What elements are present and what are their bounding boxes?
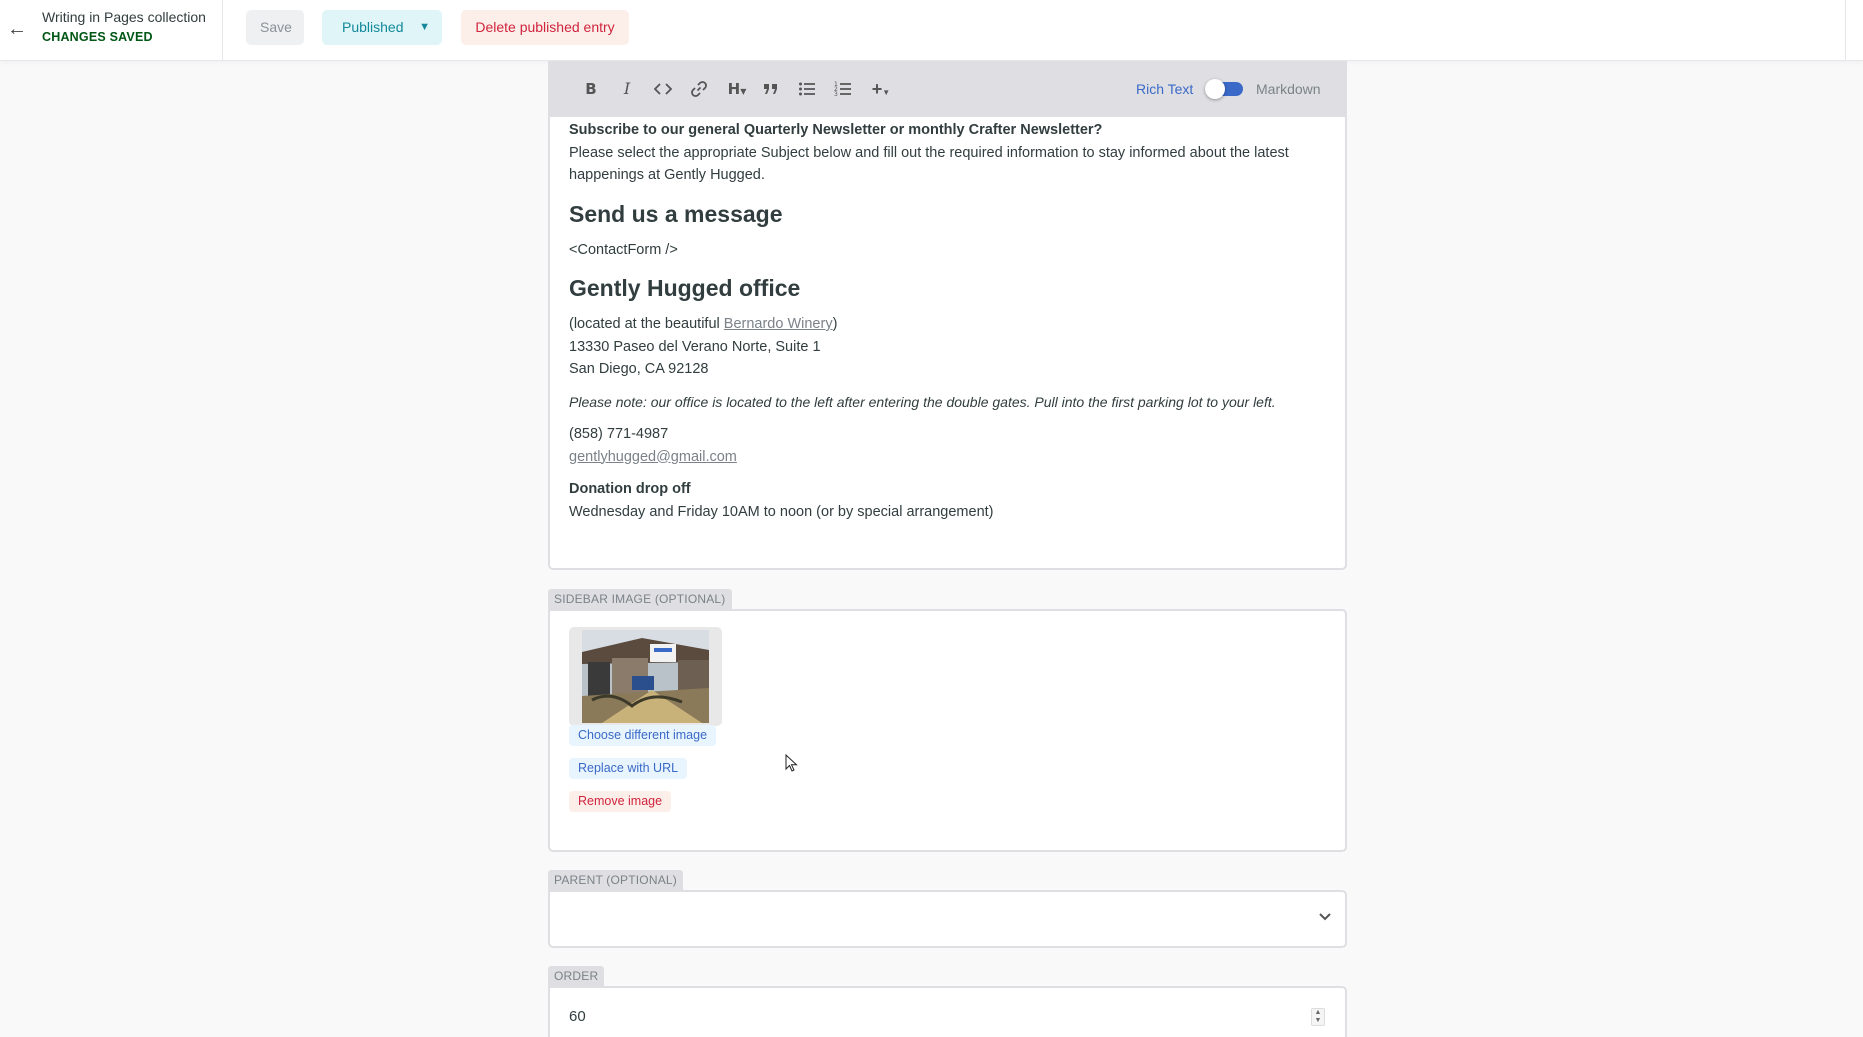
back-arrow-icon[interactable]: ← bbox=[4, 14, 30, 44]
located-suffix: ) bbox=[832, 316, 838, 332]
chevron-down-icon[interactable] bbox=[1315, 906, 1335, 926]
toggle-knob bbox=[1205, 79, 1225, 99]
remove-image-button[interactable]: Remove image bbox=[569, 791, 672, 812]
stepper-down-icon[interactable]: ▼ bbox=[1312, 1017, 1324, 1025]
address-line-1: 13330 Paseo del Verano Norte, Suite 1 bbox=[569, 338, 821, 355]
add-component-icon[interactable]: +▼ bbox=[866, 77, 896, 101]
parent-select[interactable] bbox=[548, 890, 1347, 948]
office-heading: Gently Hugged office bbox=[569, 275, 801, 301]
address-line-2: San Diego, CA 92128 bbox=[569, 361, 709, 377]
choose-different-image-button[interactable]: Choose different image bbox=[569, 725, 717, 746]
collection-title[interactable]: Writing in Pages collection bbox=[42, 8, 206, 26]
newsletter-text: Please select the appropriate Subject be… bbox=[569, 144, 1289, 184]
sidebar-image-field: Choose different image Replace with URL … bbox=[548, 609, 1347, 852]
order-value: 60 bbox=[569, 1008, 586, 1025]
markdown-label[interactable]: Markdown bbox=[1256, 80, 1321, 98]
editor-toolbar: B I H▼ 123 +▼ Rich Text Markdown bbox=[550, 61, 1345, 117]
published-label: Published bbox=[342, 19, 404, 35]
sidebar-image-label: SIDEBAR IMAGE (OPTIONAL) bbox=[548, 589, 732, 609]
quote-icon[interactable] bbox=[758, 77, 784, 101]
bulleted-list-icon[interactable] bbox=[794, 77, 820, 101]
order-label: ORDER bbox=[548, 966, 605, 986]
newsletter-heading: Subscribe to our general Quarterly Newsl… bbox=[569, 122, 1103, 138]
replace-with-url-button[interactable]: Replace with URL bbox=[569, 758, 688, 779]
body-editor: B I H▼ 123 +▼ Rich Text Markdown Subscri… bbox=[548, 61, 1347, 570]
rich-text-content[interactable]: Subscribe to our general Quarterly Newsl… bbox=[569, 119, 1329, 523]
winery-link[interactable]: Bernardo Winery bbox=[724, 316, 833, 332]
editor-mode-toggle[interactable] bbox=[1205, 79, 1243, 99]
order-input[interactable]: 60 ▲ ▼ bbox=[548, 986, 1347, 1037]
number-stepper[interactable]: ▲ ▼ bbox=[1311, 1008, 1325, 1026]
sidebar-image-thumbnail bbox=[569, 627, 722, 726]
office-note: Please note: our office is located to th… bbox=[569, 393, 1276, 410]
save-status: CHANGES SAVED bbox=[42, 30, 153, 44]
svg-text:3: 3 bbox=[834, 91, 838, 98]
italic-icon[interactable]: I bbox=[614, 77, 640, 101]
parent-label: PARENT (OPTIONAL) bbox=[548, 870, 683, 890]
email-link[interactable]: gentlyhugged@gmail.com bbox=[569, 449, 737, 465]
divider bbox=[222, 0, 223, 61]
dropoff-heading: Donation drop off bbox=[569, 481, 691, 497]
delete-published-entry-button[interactable]: Delete published entry bbox=[461, 10, 629, 45]
location-line: (located at the beautiful Bernardo Winer… bbox=[569, 313, 1329, 336]
sidebar-image-preview bbox=[582, 630, 709, 723]
editor-topbar: ← Writing in Pages collection CHANGES SA… bbox=[0, 0, 1863, 61]
code-icon[interactable] bbox=[650, 77, 676, 101]
mouse-cursor-icon bbox=[785, 754, 798, 772]
rich-text-label[interactable]: Rich Text bbox=[1136, 80, 1193, 98]
phone-number: (858) 771-4987 bbox=[569, 426, 669, 442]
contact-form-tag: <ContactForm /> bbox=[569, 241, 678, 258]
caret-down-icon: ▼ bbox=[419, 21, 430, 33]
save-button[interactable]: Save bbox=[246, 10, 304, 45]
send-message-heading: Send us a message bbox=[569, 200, 783, 227]
heading-icon[interactable]: H▼ bbox=[722, 77, 752, 101]
dropoff-text: Wednesday and Friday 10AM to noon (or by… bbox=[569, 503, 994, 520]
collection-info: Writing in Pages collection CHANGES SAVE… bbox=[42, 8, 206, 44]
located-prefix: (located at the beautiful bbox=[569, 316, 724, 332]
heading-glyph: H bbox=[727, 80, 741, 98]
bold-icon[interactable]: B bbox=[578, 77, 604, 101]
link-icon[interactable] bbox=[686, 77, 712, 101]
divider bbox=[1845, 0, 1846, 61]
email-line: gentlyhugged@gmail.com bbox=[569, 446, 1329, 469]
stepper-up-icon[interactable]: ▲ bbox=[1312, 1009, 1324, 1017]
numbered-list-icon[interactable]: 123 bbox=[830, 77, 856, 101]
published-dropdown-button[interactable]: Published ▼ bbox=[322, 10, 442, 45]
